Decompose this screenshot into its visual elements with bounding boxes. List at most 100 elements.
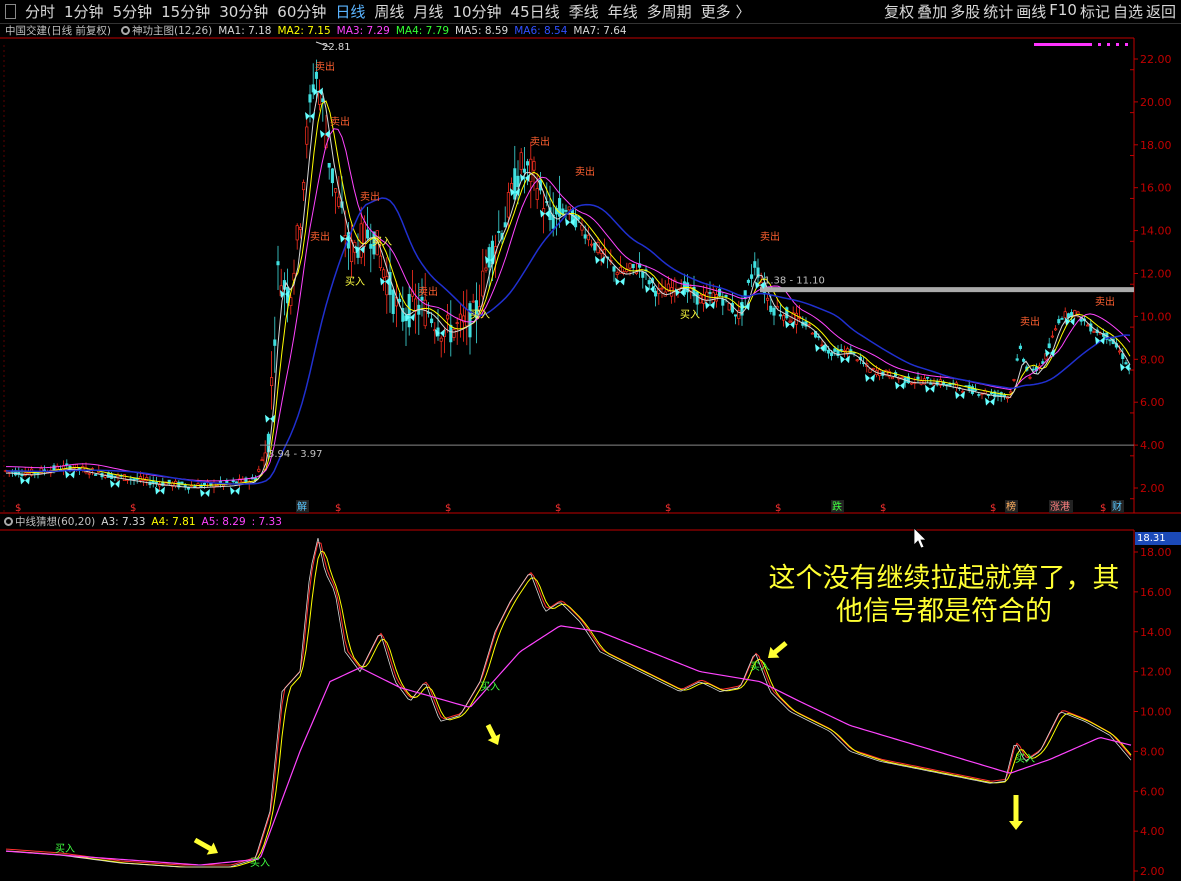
y-tick-label: 18.00: [1140, 139, 1172, 152]
candle-body: [519, 152, 523, 170]
candle-body: [532, 161, 536, 171]
event-marker: 财: [1112, 500, 1122, 513]
candle-body: [631, 263, 635, 269]
buy-signal-label: 买入: [470, 309, 490, 321]
candle-body: [974, 389, 978, 391]
y-tick-label: 2.00: [1140, 482, 1165, 495]
butterfly-icon: [1095, 336, 1105, 345]
candle-body: [766, 297, 770, 301]
candle-body: [734, 314, 738, 317]
annotation-text: 这个没有继续拉起就算了，其他信号都是符合的: [768, 563, 1120, 627]
candle-body: [900, 376, 904, 379]
candle-body: [455, 322, 459, 324]
candle-body: [782, 315, 786, 321]
candle-body: [458, 313, 462, 320]
candle-body: [516, 175, 520, 187]
candle-body: [647, 280, 651, 285]
candle-body: [590, 243, 594, 246]
candle-body: [830, 352, 834, 357]
range-label: 1.38 - 11.10: [764, 276, 825, 287]
y-tick-label: 10.00: [1140, 706, 1172, 719]
candle-body: [567, 206, 571, 211]
sell-signal-label: 卖出: [1020, 315, 1040, 328]
candle-body: [481, 270, 485, 297]
candle-body: [977, 394, 981, 396]
candle-body: [724, 294, 728, 298]
candle-body: [526, 161, 530, 166]
sell-signal-label: 卖出: [310, 230, 330, 243]
sell-signal-label: 卖出: [760, 230, 780, 243]
event-dollar-marker: $: [335, 503, 341, 514]
candle-body: [1054, 328, 1058, 331]
y-tick-label: 22.00: [1140, 53, 1172, 66]
sell-signal-label: 卖出: [530, 135, 550, 148]
a5-line: [5, 625, 1132, 866]
butterfly-icon: [955, 391, 965, 400]
candle-body: [337, 196, 341, 207]
butterfly-icon: [895, 381, 905, 390]
y-tick-label: 12.00: [1140, 268, 1172, 281]
candle-body: [615, 272, 619, 276]
candle-body: [1050, 335, 1054, 338]
candle-body: [654, 290, 658, 297]
y-tick-label: 4.00: [1140, 825, 1165, 838]
event-dollar-marker: $: [555, 503, 561, 514]
candle-body: [1060, 318, 1064, 320]
y-tick-label: 14.00: [1140, 626, 1172, 639]
candle-body: [154, 481, 158, 484]
butterfly-icon: [265, 414, 275, 423]
candle-body: [327, 162, 331, 168]
y-tick-label: 16.00: [1140, 182, 1172, 195]
candle-body: [743, 290, 747, 299]
candle-body: [359, 223, 363, 258]
event-marker: 解: [297, 500, 307, 513]
candle-body: [586, 234, 590, 241]
candle-body: [1092, 331, 1096, 333]
candle-body: [270, 377, 274, 386]
buy-signal-label: 买入: [55, 843, 75, 855]
candle-body: [753, 261, 757, 268]
y-tick-label: 6.00: [1140, 396, 1165, 409]
buy-signal-label: 买入: [680, 309, 700, 321]
candle-body: [78, 467, 82, 470]
candle-body: [484, 267, 488, 271]
y-tick-label: 10.00: [1140, 310, 1172, 323]
butterfly-icon: [840, 355, 850, 364]
y-tick-label: 16.00: [1140, 586, 1172, 599]
candle-body: [1015, 358, 1019, 361]
y-tick-label: 4.00: [1140, 439, 1165, 452]
candle-body: [785, 307, 789, 319]
candle-body: [878, 369, 882, 377]
candle-body: [295, 225, 299, 241]
candle-body: [788, 320, 792, 323]
candle-body: [398, 298, 402, 303]
candle-body: [308, 94, 312, 103]
stock-chart[interactable]: 22.00 20.00 18.00 16.00 14.00 12.00 10.00 8.00 6…: [0, 0, 1181, 881]
candle-body: [1028, 376, 1032, 379]
candle-body: [695, 291, 699, 305]
candle-body: [593, 242, 597, 251]
candle-body: [487, 247, 491, 268]
arrow-icon: [193, 837, 219, 855]
y-tick-label: 8.00: [1140, 745, 1165, 758]
candle-body: [302, 181, 306, 191]
candle-body: [132, 478, 136, 481]
candle-body: [718, 288, 722, 296]
candle-body: [826, 349, 830, 354]
candle-body: [529, 158, 533, 183]
butterfly-icon: [380, 277, 390, 286]
y-tick-label: 8.00: [1140, 353, 1165, 366]
butterfly-icon: [20, 476, 30, 485]
candle-body: [452, 329, 456, 338]
event-dollar-marker: $: [990, 503, 996, 514]
candle-body: [1018, 345, 1022, 349]
range-label: 3.94 - 3.97: [268, 449, 323, 460]
candle-body: [810, 332, 814, 335]
butterfly-icon: [925, 384, 935, 393]
candle-body: [471, 300, 475, 303]
candle-body: [1124, 362, 1128, 365]
candle-body: [890, 377, 894, 380]
candle-body: [122, 474, 126, 481]
candle-body: [439, 337, 443, 342]
butterfly-icon: [815, 343, 825, 352]
